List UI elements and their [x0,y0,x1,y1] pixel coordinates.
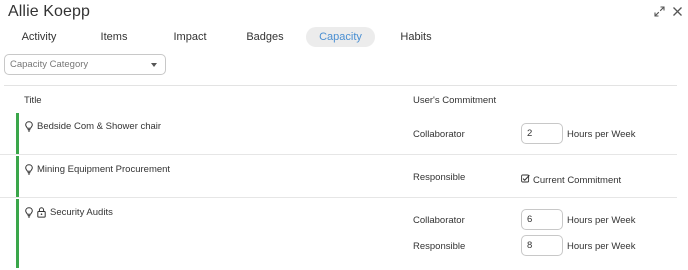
capacity-category-select[interactable]: Capacity Category [4,54,166,75]
capacity-category-placeholder: Capacity Category [10,59,89,70]
window-controls [653,5,684,18]
row-title-text: Security Audits [50,207,113,218]
lightbulb-icon [24,164,33,175]
tab-habits[interactable]: Habits [386,27,446,47]
commitment-role: Responsible [413,241,466,252]
hours-input[interactable]: 2 [521,123,563,144]
row-title-text: Bedside Com & Shower chair [37,121,162,132]
row-title-text: Mining Equipment Procurement [37,164,171,175]
table-row: Bedside Com & Shower chair Collaborator … [0,112,677,155]
checkbox-label: Current Commitment [533,174,622,186]
lightbulb-icon [24,207,33,218]
hours-input[interactable]: 6 [521,209,563,230]
current-commitment-checkbox[interactable]: Current Commitment [521,174,621,186]
tab-impact[interactable]: Impact [158,27,222,47]
commitment-role: Responsible [413,172,466,183]
hours-unit-label: Hours per Week [567,241,636,252]
table-row: Mining Equipment Procurement Responsible… [0,155,677,198]
tab-bar: Activity Items Impact Badges Capacity Ha… [0,27,688,47]
close-icon[interactable] [671,5,684,18]
row-title[interactable]: Bedside Com & Shower chair [24,121,161,132]
capacity-table: Bedside Com & Shower chair Collaborator … [0,112,688,268]
tab-badges[interactable]: Badges [234,27,296,47]
window-title: Allie Koepp [8,3,91,20]
hours-unit-label: Hours per Week [567,215,636,226]
column-header-commitment: User's Commitment [413,95,497,106]
row-status-indicator [16,113,19,154]
lightbulb-icon [24,121,33,132]
checked-checkbox-icon [521,174,530,186]
table-row: Security Audits Collaborator 6 Hours per… [0,198,677,268]
row-title[interactable]: Security Audits [24,207,113,218]
row-status-indicator [16,199,19,268]
lock-icon [37,207,46,218]
commitment-role: Collaborator [413,129,465,140]
column-header-title: Title [24,95,42,106]
commitment-role: Collaborator [413,215,465,226]
header-divider [4,85,677,86]
tab-activity[interactable]: Activity [8,27,70,47]
tab-items[interactable]: Items [84,27,144,47]
chevron-down-icon [151,63,157,67]
hours-input[interactable]: 8 [521,235,563,256]
hours-unit-label: Hours per Week [567,129,636,140]
row-status-indicator [16,156,19,197]
expand-icon[interactable] [653,5,666,18]
tab-capacity[interactable]: Capacity [306,27,375,47]
row-title[interactable]: Mining Equipment Procurement [24,164,170,175]
